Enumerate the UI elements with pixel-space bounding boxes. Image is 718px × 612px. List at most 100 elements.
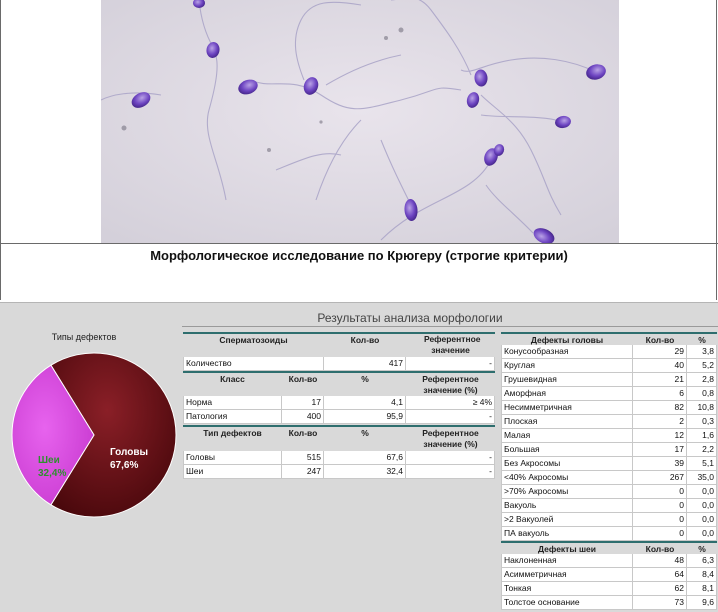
table-row: Асимметричная 64 8,4 <box>501 568 717 582</box>
report-title-rule <box>182 326 718 327</box>
pie-value-heads: 67,6% <box>110 460 138 471</box>
header-percent: % <box>361 428 369 438</box>
head-defects-table: Дефекты головы Кол-во % Конусообразная 29… <box>501 332 717 541</box>
pie-value-necks: 32,4% <box>38 468 66 479</box>
table-row: Грушевидная 21 2,8 <box>501 373 717 387</box>
header-sperm: Сперматозоиды <box>219 335 288 345</box>
cell-label: Аморфная <box>501 387 633 400</box>
cell-label: Вакуоль <box>501 499 633 512</box>
cell-pct: 3,8 <box>687 345 717 358</box>
cell-count: 17 <box>633 443 687 456</box>
cell-count: 0 <box>633 527 687 540</box>
header-count: Кол-во <box>350 335 380 345</box>
table-row: Толстое основание 73 9,6 <box>501 596 717 610</box>
cell-label: Грушевидная <box>501 373 633 386</box>
header-class: Класс <box>220 374 245 384</box>
cell-label: Без Акросомы <box>501 457 633 470</box>
head-defects-table-header: Дефекты головы Кол-во % <box>501 332 717 345</box>
defect-types-pie: Головы 67,6% Шеи 32,4% <box>11 352 177 518</box>
header-defect-type: Тип дефектов <box>203 428 262 438</box>
cell-pct: 0,3 <box>687 415 717 428</box>
table-row: ПА вакуоль 0 0,0 <box>501 527 717 541</box>
neck-defects-rows: Наклоненная 48 6,3 Асимметричная 64 8,4 Тонкая… <box>501 554 717 610</box>
cell-pct: 9,6 <box>687 596 717 609</box>
cell-count: 0 <box>633 513 687 526</box>
cell-pct: 0,0 <box>687 527 717 540</box>
cell-count: 6 <box>633 387 687 400</box>
page-heading: Морфологическое исследование по Крюгеру … <box>150 248 568 263</box>
header-neck-defects: Дефекты шеи <box>537 544 596 554</box>
header-head-defects: Дефекты головы <box>530 335 604 345</box>
cell-label: Наклоненная <box>501 554 633 567</box>
table-row: >2 Вакуолей 0 0,0 <box>501 513 717 527</box>
table-row: Вакуоль 0 0,0 <box>501 499 717 513</box>
header-count: Кол-во <box>288 428 318 438</box>
header-reference: Референтное значение <box>424 334 481 355</box>
cell-label: ПА вакуоль <box>501 527 633 540</box>
header-reference-pct: Референтное значение (%) <box>422 428 479 449</box>
cell-pct: 0,0 <box>687 499 717 512</box>
table-row: Большая 17 2,2 <box>501 443 717 457</box>
class-table-header: Класс Кол-во % Референтное значение (%) <box>183 371 495 396</box>
cell-label: Толстое основание <box>501 596 633 609</box>
table-row: Аморфная 6 0,8 <box>501 387 717 401</box>
report-title: Результаты анализа морфологии <box>317 311 503 325</box>
head-defects-rows: Конусообразная 29 3,8 Круглая 40 5,2 Грушевидн… <box>501 345 717 541</box>
cell-pct: 5,2 <box>687 359 717 372</box>
cell-label: Малая <box>501 429 633 442</box>
header-percent: % <box>698 335 706 345</box>
cell-count: 73 <box>633 596 687 609</box>
pie-label-heads: Головы <box>110 447 148 458</box>
table-row: Шеи 247 32,4 - <box>183 465 495 479</box>
cell-label: Асимметричная <box>501 568 633 581</box>
header-count: Кол-во <box>288 374 318 384</box>
cell-pct: 6,3 <box>687 554 717 567</box>
table-row: Норма 17 4,1 ≥ 4% <box>183 396 495 410</box>
cell-pct: 5,1 <box>687 457 717 470</box>
cell-pct: 0,0 <box>687 485 717 498</box>
cell-pct: 35,0 <box>687 471 717 484</box>
cell-label: Круглая <box>501 359 633 372</box>
defect-types-table: Тип дефектов Кол-во % Референтное значен… <box>183 425 495 479</box>
table-row: Головы 515 67,6 - <box>183 451 495 465</box>
table-row: Без Акросомы 39 5,1 <box>501 457 717 471</box>
header-percent: % <box>698 544 706 554</box>
table-row: Малая 12 1,6 <box>501 429 717 443</box>
neck-defects-table-header: Дефекты шеи Кол-во % <box>501 541 717 554</box>
cell-count: 48 <box>633 554 687 567</box>
cell-label: >2 Вакуолей <box>501 513 633 526</box>
cell-pct: 2,8 <box>687 373 717 386</box>
table-row: <40% Акросомы 267 35,0 <box>501 471 717 485</box>
table-row: Несимметричная 82 10,8 <box>501 401 717 415</box>
sperm-table: Сперматозоиды Кол-во Референтное значени… <box>183 332 495 371</box>
pie-title: Типы дефектов <box>51 332 117 342</box>
cell-pct: 0,0 <box>687 513 717 526</box>
cell-count: 64 <box>633 568 687 581</box>
cell-label: Несимметричная <box>501 401 633 414</box>
microscopy-image <box>101 0 619 243</box>
header-percent: % <box>361 374 369 384</box>
cell-count: 39 <box>633 457 687 470</box>
cell-label: Плоская <box>501 415 633 428</box>
frame-divider <box>0 243 718 244</box>
cell-count: 0 <box>633 499 687 512</box>
cell-count: 0 <box>633 485 687 498</box>
table-row: >70% Акросомы 0 0,0 <box>501 485 717 499</box>
defect-types-table-header: Тип дефектов Кол-во % Референтное значен… <box>183 425 495 451</box>
cell-pct: 10,8 <box>687 401 717 414</box>
table-row: Патология 400 95,9 - <box>183 410 495 424</box>
cell-count: 21 <box>633 373 687 386</box>
cell-label: Конусообразная <box>501 345 633 358</box>
table-row: Наклоненная 48 6,3 <box>501 554 717 568</box>
cell-count: 82 <box>633 401 687 414</box>
cell-pct: 0,8 <box>687 387 717 400</box>
table-row: Круглая 40 5,2 <box>501 359 717 373</box>
cell-label: >70% Акросомы <box>501 485 633 498</box>
table-row: Конусообразная 29 3,8 <box>501 345 717 359</box>
sperm-table-header: Сперматозоиды Кол-во Референтное значени… <box>183 332 495 357</box>
header-count: Кол-во <box>645 544 675 554</box>
cell-pct: 8,4 <box>687 568 717 581</box>
cell-pct: 8,1 <box>687 582 717 595</box>
cell-count: 12 <box>633 429 687 442</box>
header-reference-pct: Референтное значение (%) <box>422 374 479 395</box>
